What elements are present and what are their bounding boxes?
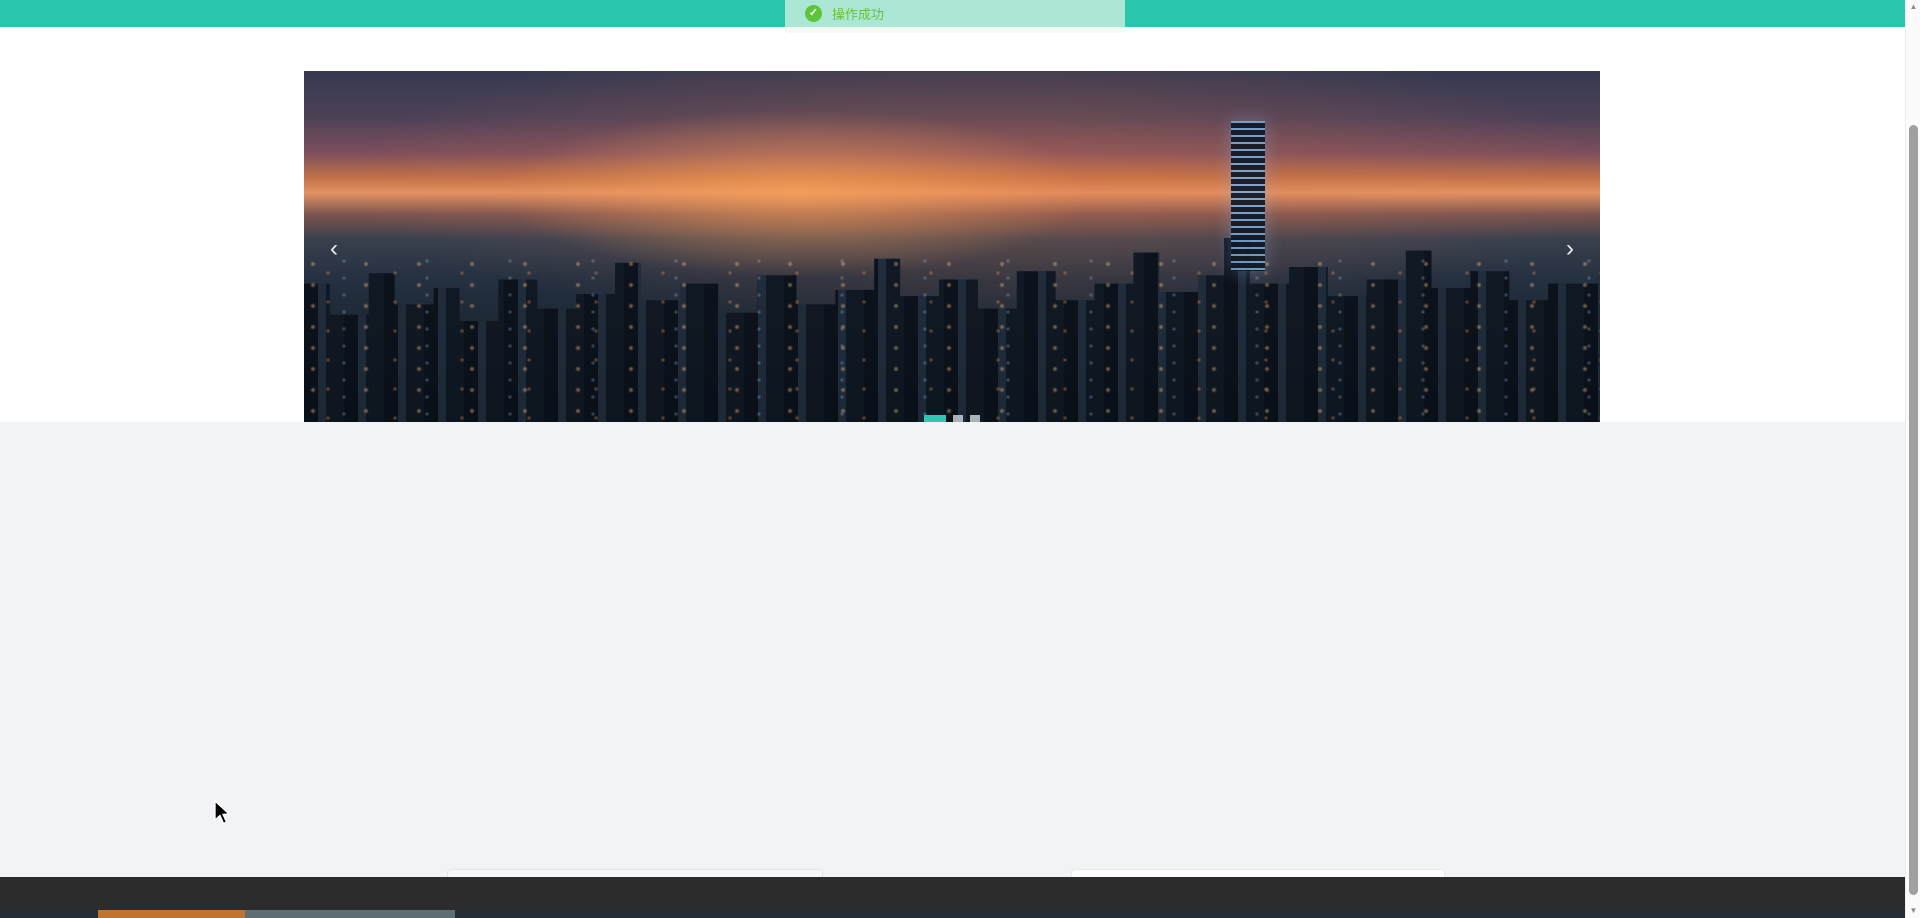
- vertical-scrollbar[interactable]: ▲ ▼: [1905, 0, 1920, 918]
- scrollbar-up-arrow-icon[interactable]: ▲: [1906, 0, 1920, 14]
- footer-strip: [0, 910, 1905, 918]
- success-toast: ✓ 操作成功: [785, 0, 1125, 33]
- footer-strip-slate-segment: [245, 910, 455, 918]
- carousel-next-arrow-icon[interactable]: ›: [1552, 231, 1588, 267]
- footer-strip-orange-segment: [98, 910, 245, 918]
- scrollbar-down-arrow-icon[interactable]: ▼: [1906, 904, 1920, 918]
- city-lights-overlay: [304, 257, 1600, 429]
- booking-detail-page: ✓ 操作成功 ‹ › *景点名称 景点分类 景点图片: [0, 0, 1920, 918]
- booking-form: *景点名称 景点分类 景点图片 *购票数量 门票价格 订单金额 开放时间 预约时…: [0, 422, 1905, 906]
- carousel-prev-arrow-icon[interactable]: ‹: [316, 231, 352, 267]
- page-footer: [0, 877, 1905, 910]
- hero-band: ‹ ›: [0, 27, 1905, 429]
- success-check-icon: ✓: [805, 5, 822, 22]
- scrollbar-thumb[interactable]: [1909, 125, 1918, 895]
- toast-message: 操作成功: [832, 7, 885, 22]
- image-carousel: ‹ ›: [304, 71, 1600, 429]
- lit-skyscraper: [1230, 121, 1265, 272]
